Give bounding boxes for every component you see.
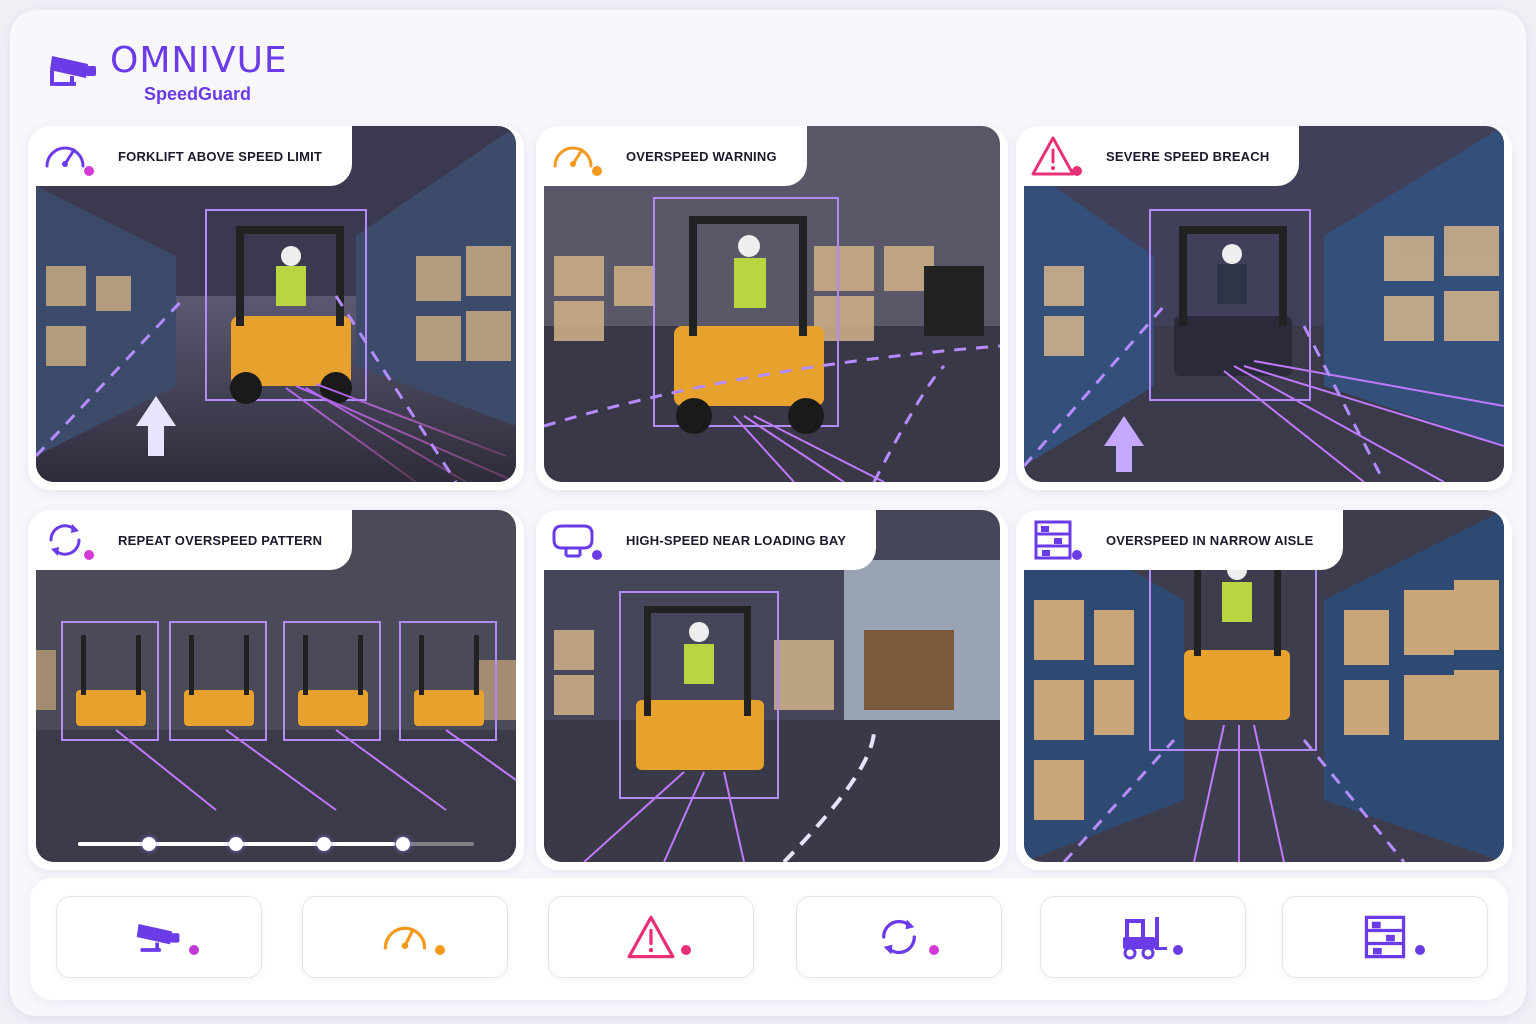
status-dot (1173, 945, 1183, 955)
product-name: SpeedGuard (144, 84, 252, 104)
status-dot (592, 166, 602, 176)
event-tab: HIGH-SPEED NEAR LOADING BAY (536, 510, 877, 570)
event-card-repeat-pattern[interactable]: REPEAT OVERSPEED PATTERN (28, 510, 524, 870)
loading-bay-icon (550, 518, 602, 562)
status-dot (1415, 945, 1425, 955)
shelving-rack-icon (1030, 518, 1082, 562)
event-card-overspeed-warning[interactable]: OVERSPEED WARNING (536, 126, 1008, 490)
event-tab: REPEAT OVERSPEED PATTERN (28, 510, 353, 570)
speedometer-icon (550, 134, 602, 178)
brand-logo[interactable]: OMNIVUE SpeedGuard (46, 40, 306, 112)
speed-button[interactable] (302, 896, 508, 978)
event-tab: SEVERE SPEED BREACH (1016, 126, 1300, 186)
status-dot (84, 166, 94, 176)
warning-triangle-icon (625, 913, 691, 961)
event-label: SEVERE SPEED BREACH (1106, 148, 1270, 164)
cctv-camera-icon (133, 913, 199, 961)
timeline-marker[interactable] (316, 837, 331, 851)
app-window: OMNIVUE SpeedGuard FORKLIFT ABOVE SPEED … (10, 10, 1526, 1016)
event-label: HIGH-SPEED NEAR LOADING BAY (626, 532, 847, 548)
status-dot (929, 945, 939, 955)
event-tab: OVERSPEED IN NARROW AISLE (1016, 510, 1344, 570)
event-label: REPEAT OVERSPEED PATTERN (118, 532, 323, 548)
rack-button[interactable] (1282, 896, 1488, 978)
status-dot (1072, 166, 1082, 176)
speedometer-icon (379, 913, 445, 961)
event-label: OVERSPEED WARNING (626, 148, 777, 164)
shelving-rack-icon (1359, 913, 1425, 961)
event-tab: OVERSPEED WARNING (536, 126, 807, 186)
refresh-cycle-icon (873, 913, 939, 961)
quick-action-bar (30, 878, 1508, 1000)
timeline-scrubber[interactable] (78, 837, 474, 851)
forklift-button[interactable] (1040, 896, 1246, 978)
speedometer-icon (42, 134, 94, 178)
timeline-marker[interactable] (395, 837, 410, 851)
event-label: FORKLIFT ABOVE SPEED LIMIT (118, 148, 323, 164)
forklift-icon (1117, 913, 1183, 961)
refresh-cycle-icon (42, 518, 94, 562)
status-dot (592, 550, 602, 560)
cctv-camera-icon (46, 50, 102, 90)
status-dot (681, 945, 691, 955)
status-dot (435, 945, 445, 955)
event-card-speed-limit[interactable]: FORKLIFT ABOVE SPEED LIMIT (28, 126, 524, 490)
warning-triangle-icon (1030, 134, 1082, 178)
repeat-button[interactable] (796, 896, 1002, 978)
event-card-loading-bay[interactable]: HIGH-SPEED NEAR LOADING BAY (536, 510, 1008, 870)
brand-name: OMNIVUE (110, 40, 288, 81)
event-label: OVERSPEED IN NARROW AISLE (1106, 532, 1314, 548)
status-dot (189, 945, 199, 955)
camera-button[interactable] (56, 896, 262, 978)
event-card-narrow-aisle[interactable]: OVERSPEED IN NARROW AISLE (1016, 510, 1512, 870)
alert-button[interactable] (548, 896, 754, 978)
status-dot (84, 550, 94, 560)
event-tab: FORKLIFT ABOVE SPEED LIMIT (28, 126, 353, 186)
status-dot (1072, 550, 1082, 560)
event-card-severe-breach[interactable]: SEVERE SPEED BREACH (1016, 126, 1512, 490)
